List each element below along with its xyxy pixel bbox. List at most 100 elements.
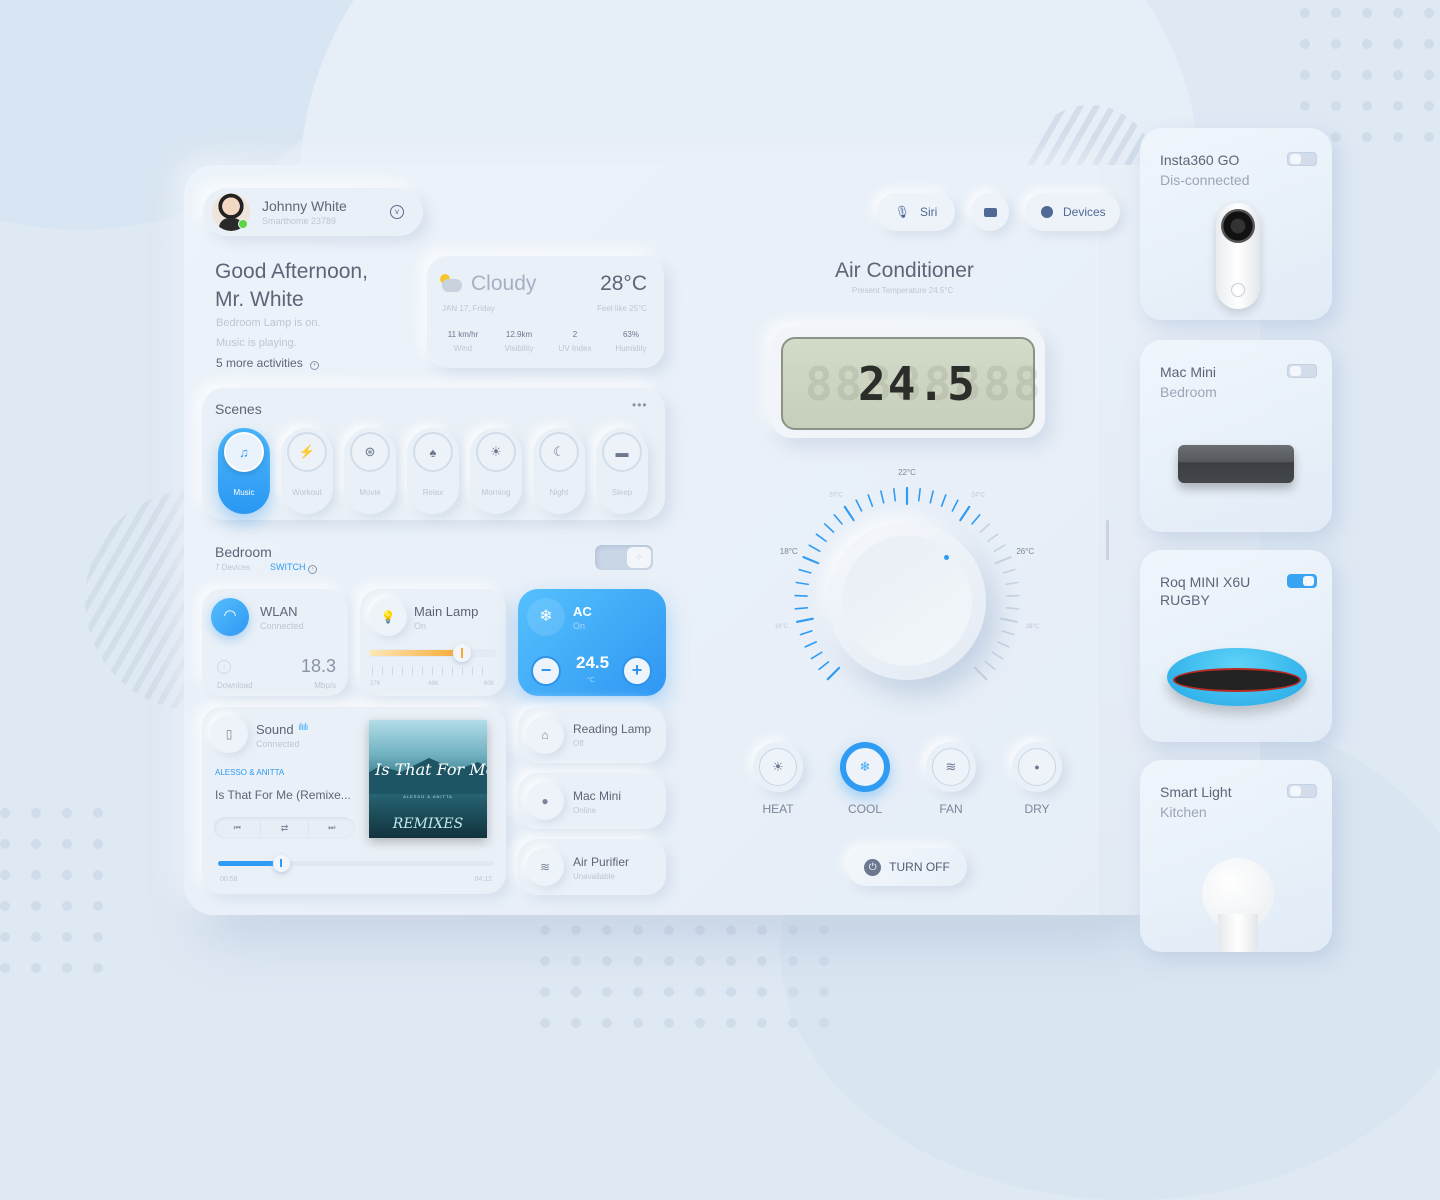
scene-sleep[interactable]: ▬Sleep (596, 428, 648, 514)
snowflake-icon: ❄ (846, 748, 884, 786)
device-toggle[interactable] (1287, 574, 1317, 588)
scene-morning[interactable]: ☀Morning (470, 428, 522, 514)
device-card-name: Smart Light (1160, 782, 1232, 802)
device-card-smart-light[interactable]: Smart Light Kitchen (1140, 760, 1332, 952)
weather-stat-value: 63% (606, 330, 656, 339)
weather-stat-value: 11 km/hr (438, 330, 488, 339)
next-track-button[interactable]: ⏭ (309, 817, 355, 839)
audio-wave-icon: ılıılı (298, 722, 308, 733)
color-temp-slider-handle[interactable] (453, 644, 471, 662)
activity-item: Bedroom Lamp is on. (216, 317, 321, 329)
weather-stat: 11 km/hr Wind (438, 330, 488, 353)
sun-icon: ☀ (476, 432, 516, 472)
devices-label: Devices (1063, 205, 1106, 219)
track-progress-bar[interactable] (218, 861, 494, 866)
dial-label: 24°C (971, 493, 985, 499)
weather-stats: 11 km/hrWind 12.9kmVisibility 2UV Index … (438, 330, 656, 353)
weather-stat-label: UV Index (550, 344, 600, 353)
background-dots (0, 808, 103, 973)
weather-stat-label: Wind (438, 344, 488, 353)
previous-track-button[interactable]: ⏮ (214, 817, 260, 839)
device-status: Online (573, 806, 596, 815)
mode-fan-button[interactable]: ≋ (926, 742, 976, 792)
wlan-speed: 18.3 (301, 656, 336, 677)
increase-temp-button[interactable]: + (622, 656, 652, 686)
device-card-sub: Dis-connected (1160, 172, 1250, 188)
wlan-name: WLAN (260, 604, 298, 619)
device-card-insta360[interactable]: Insta360 GO Dis-connected (1140, 128, 1332, 320)
siri-button[interactable]: 🎙Siri (877, 193, 955, 231)
scenes-title: Scenes (215, 401, 262, 417)
dial-tick (919, 489, 920, 501)
lamp-bulb-icon: 💡 (369, 598, 407, 636)
more-dots-icon[interactable]: ••• (632, 398, 648, 412)
device-toggle[interactable] (1287, 364, 1317, 378)
grid-icon: ⁘ (627, 547, 651, 568)
power-icon: ⏻ (864, 859, 881, 876)
scene-movie[interactable]: ⊛Movie (344, 428, 396, 514)
album-art: Is That For Me ALESSO & ANITTA REMIXES (369, 720, 487, 838)
wlan-speed-unit: Mbp/s (314, 681, 336, 690)
water-drop-icon: ● (1018, 748, 1056, 786)
color-temp-slider[interactable] (369, 649, 496, 657)
chevron-down-icon[interactable]: v (390, 205, 404, 219)
album-title: Is That For Me (375, 760, 487, 779)
album-tag: REMIXES (369, 816, 487, 832)
device-toggle[interactable] (1287, 152, 1317, 166)
mode-cool-button[interactable]: ❄ (840, 742, 890, 792)
devices-icon (1041, 206, 1053, 218)
switch-label: SWITCH (270, 562, 306, 572)
track-artist: ALESSO & ANITTA (215, 768, 284, 777)
devices-button[interactable]: Devices (1025, 193, 1120, 231)
dial-tick (980, 524, 989, 532)
wind-icon: ≋ (932, 748, 970, 786)
turn-off-button[interactable]: ⏻ TURN OFF (847, 848, 967, 886)
device-toggle[interactable] (1287, 784, 1317, 798)
ac-temp: 24.5 (576, 653, 609, 673)
scene-night[interactable]: ☾Night (533, 428, 585, 514)
scene-label: Relax (407, 488, 459, 497)
user-home-id: Smarthome 23789 (262, 216, 336, 226)
track-title: Is That For Me (Remixe... (215, 788, 351, 802)
ac-name: AC (573, 604, 592, 619)
more-activities-link[interactable]: 5 more activities › (216, 356, 319, 370)
room-view-toggle[interactable]: ⁘ (595, 545, 653, 570)
dial-knob[interactable] (828, 522, 986, 680)
weather-condition: Cloudy (471, 272, 536, 296)
dial-tick (894, 489, 895, 501)
mode-heat-button[interactable]: ☀ (753, 742, 803, 792)
scene-music[interactable]: ♫Music (218, 428, 270, 514)
scene-workout[interactable]: ⚡Workout (281, 428, 333, 514)
device-card-mac-mini[interactable]: Mac Mini Bedroom (1140, 340, 1332, 532)
wifi-icon: ◠ (211, 598, 249, 636)
dial-tick (930, 491, 933, 503)
dial-label: 18°C (780, 547, 798, 556)
wlan-status: Connected (260, 621, 304, 631)
turn-off-label: TURN OFF (889, 860, 950, 874)
color-temp-slider-fill (369, 650, 462, 656)
scene-relax[interactable]: ♠Relax (407, 428, 459, 514)
partly-cloudy-icon (440, 274, 464, 294)
moon-icon: ☾ (539, 432, 579, 472)
wlan-download-label: Download (217, 681, 253, 690)
main-lamp-name: Main Lamp (414, 604, 478, 619)
ac-temp-unit: °C (587, 677, 595, 684)
side-scrollbar[interactable] (1106, 520, 1109, 560)
dial-label: 16°C (775, 624, 789, 630)
dial-tick (1003, 570, 1015, 573)
device-name: Reading Lamp (573, 722, 651, 736)
decrease-temp-button[interactable]: − (531, 656, 561, 686)
device-card-name: Mac Mini (1160, 362, 1216, 382)
dial-tick (812, 652, 822, 658)
scene-label: Workout (281, 488, 333, 497)
device-card-roq-speaker[interactable]: Roq MINI X6U RUGBY (1140, 550, 1332, 742)
room-switch-link[interactable]: SWITCH › (270, 562, 317, 574)
mode-dry-button[interactable]: ● (1012, 742, 1062, 792)
dial-tick (986, 662, 995, 669)
camera-button[interactable] (971, 193, 1009, 231)
sun-icon: ☀ (759, 748, 797, 786)
bed-icon: ▬ (602, 432, 642, 472)
dial-tick (942, 495, 946, 506)
repeat-button[interactable]: ⇄ (260, 817, 308, 839)
mode-label: HEAT (748, 802, 808, 816)
